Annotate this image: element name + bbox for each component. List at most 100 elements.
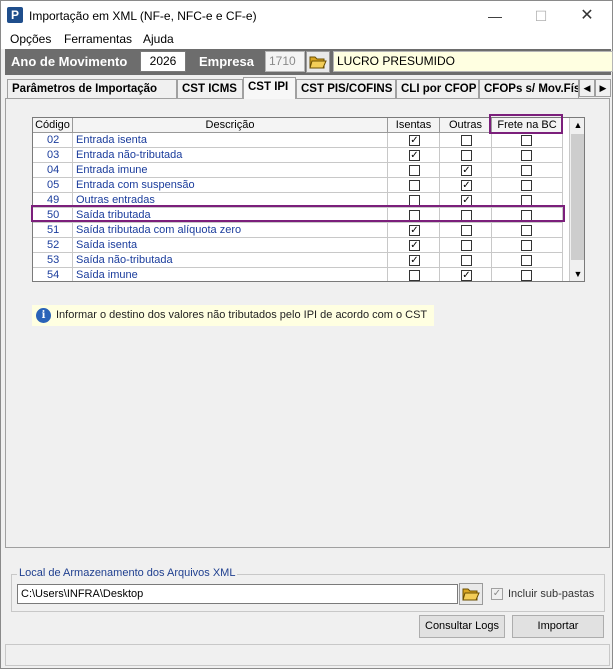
frete-checkbox[interactable] (521, 255, 532, 266)
empresa-code-field: 1710 (265, 51, 305, 72)
info-text: Informar o destino dos valores não tribu… (56, 309, 428, 321)
grid-vertical-scrollbar[interactable]: ▲ ▼ (569, 118, 584, 281)
outras-cell (440, 238, 492, 253)
tab-cst-ipi[interactable]: CST IPI (243, 77, 296, 99)
frete-checkbox[interactable] (521, 225, 532, 236)
isentas-cell: ✓ (388, 238, 440, 253)
outras-cell (440, 133, 492, 148)
table-row[interactable]: 52 Saída isenta ✓ (33, 238, 570, 253)
storage-group-title: Local de Armazenamento dos Arquivos XML (17, 567, 238, 579)
menu-opcoes[interactable]: Opções (10, 32, 51, 46)
scroll-up-icon[interactable]: ▲ (570, 118, 584, 133)
frete-checkbox[interactable] (521, 150, 532, 161)
outras-checkbox[interactable]: ✓ (461, 270, 472, 281)
empresa-name-field: LUCRO PRESUMIDO (333, 51, 613, 72)
status-bar (5, 644, 610, 666)
isentas-checkbox[interactable]: ✓ (409, 150, 420, 161)
table-row[interactable]: 03 Entrada não-tributada ✓ (33, 148, 570, 163)
menu-ajuda[interactable]: Ajuda (143, 32, 174, 46)
tab-cfops-mov-fis[interactable]: CFOPs s/ Mov.Fís (479, 79, 579, 99)
tab-panel-cst-ipi: Código Descrição Isentas Outras Frete na… (5, 98, 610, 548)
frete-checkbox[interactable] (521, 240, 532, 251)
tab-scroll-left-icon[interactable]: ◀ (579, 79, 595, 97)
isentas-cell (388, 163, 440, 178)
outras-checkbox[interactable]: ✓ (461, 180, 472, 191)
isentas-cell (388, 268, 440, 281)
isentas-checkbox[interactable] (409, 270, 420, 281)
main-window: P Importação em XML (NF-e, NFC-e e CF-e)… (0, 0, 613, 669)
outras-checkbox[interactable] (461, 240, 472, 251)
cst-ipi-grid: Código Descrição Isentas Outras Frete na… (32, 117, 585, 282)
cst-code: 05 (33, 178, 73, 193)
importar-button[interactable]: Importar (512, 615, 604, 638)
outras-cell (440, 148, 492, 163)
col-header-descricao[interactable]: Descrição (73, 118, 388, 133)
isentas-checkbox[interactable]: ✓ (409, 225, 420, 236)
maximize-button[interactable]: ☐ (518, 1, 564, 31)
outras-checkbox[interactable] (461, 255, 472, 266)
tab-scroll-right-icon[interactable]: ▶ (595, 79, 611, 97)
cst-code: 54 (33, 268, 73, 281)
info-message: i Informar o destino dos valores não tri… (32, 305, 434, 326)
highlight-row-50 (31, 205, 565, 222)
include-subfolders-label: Incluir sub-pastas (508, 588, 595, 600)
close-button[interactable]: ✕ (564, 1, 610, 31)
isentas-checkbox[interactable]: ✓ (409, 255, 420, 266)
consultar-logs-button[interactable]: Consultar Logs (419, 615, 505, 638)
outras-checkbox[interactable] (461, 225, 472, 236)
ano-input[interactable]: 2026 (140, 51, 186, 72)
table-row[interactable]: 05 Entrada com suspensão ✓ (33, 178, 570, 193)
info-icon: i (36, 308, 51, 323)
storage-path-input[interactable]: C:\Users\INFRA\Desktop (17, 584, 458, 604)
outras-checkbox[interactable] (461, 135, 472, 146)
title-bar: P Importação em XML (NF-e, NFC-e e CF-e)… (1, 1, 612, 31)
window-title: Importação em XML (NF-e, NFC-e e CF-e) (29, 9, 257, 23)
col-header-codigo[interactable]: Código (33, 118, 73, 133)
frete-checkbox[interactable] (521, 165, 532, 176)
table-row[interactable]: 54 Saída imune ✓ (33, 268, 570, 281)
header-bar: Ano de Movimento 2026 Empresa 1710 LUCRO… (5, 49, 613, 75)
table-row[interactable]: 51 Saída tributada com alíquota zero ✓ (33, 223, 570, 238)
scroll-down-icon[interactable]: ▼ (570, 267, 584, 281)
col-header-outras[interactable]: Outras (440, 118, 492, 133)
outras-checkbox[interactable]: ✓ (461, 165, 472, 176)
outras-cell (440, 253, 492, 268)
include-subfolders-checkbox[interactable]: ✓ (491, 588, 503, 600)
isentas-checkbox[interactable] (409, 180, 420, 191)
tab-strip: Parâmetros de Importação CST ICMS CST IP… (5, 77, 611, 99)
outras-cell: ✓ (440, 268, 492, 281)
empresa-search-button[interactable] (306, 51, 330, 73)
browse-folder-button[interactable] (459, 583, 483, 605)
frete-checkbox[interactable] (521, 270, 532, 281)
frete-cell (492, 163, 563, 178)
isentas-checkbox[interactable] (409, 165, 420, 176)
frete-cell (492, 148, 563, 163)
cst-code: 03 (33, 148, 73, 163)
cst-description: Entrada com suspensão (73, 178, 388, 193)
tab-cli-por-cfop[interactable]: CLI por CFOP (396, 79, 479, 99)
outras-checkbox[interactable] (461, 150, 472, 161)
frete-cell (492, 223, 563, 238)
frete-cell (492, 133, 563, 148)
scroll-thumb[interactable] (571, 134, 584, 260)
menu-ferramentas[interactable]: Ferramentas (64, 32, 132, 46)
frete-cell (492, 178, 563, 193)
tab-cst-icms[interactable]: CST ICMS (177, 79, 243, 99)
table-row[interactable]: 02 Entrada isenta ✓ (33, 133, 570, 148)
minimize-button[interactable]: — (472, 1, 518, 31)
table-row[interactable]: 04 Entrada imune ✓ (33, 163, 570, 178)
frete-checkbox[interactable] (521, 135, 532, 146)
isentas-checkbox[interactable]: ✓ (409, 135, 420, 146)
isentas-checkbox[interactable]: ✓ (409, 240, 420, 251)
frete-checkbox[interactable] (521, 180, 532, 191)
tab-parametros[interactable]: Parâmetros de Importação (7, 79, 177, 99)
folder-open-icon (462, 588, 480, 601)
table-row[interactable]: 53 Saída não-tributada ✓ (33, 253, 570, 268)
isentas-cell (388, 178, 440, 193)
cst-code: 04 (33, 163, 73, 178)
tab-cst-pis-cofins[interactable]: CST PIS/COFINS (296, 79, 396, 99)
col-header-isentas[interactable]: Isentas (388, 118, 440, 133)
menu-bar: Opções Ferramentas Ajuda (1, 31, 612, 49)
folder-open-icon (309, 56, 327, 69)
cst-description: Saída imune (73, 268, 388, 281)
